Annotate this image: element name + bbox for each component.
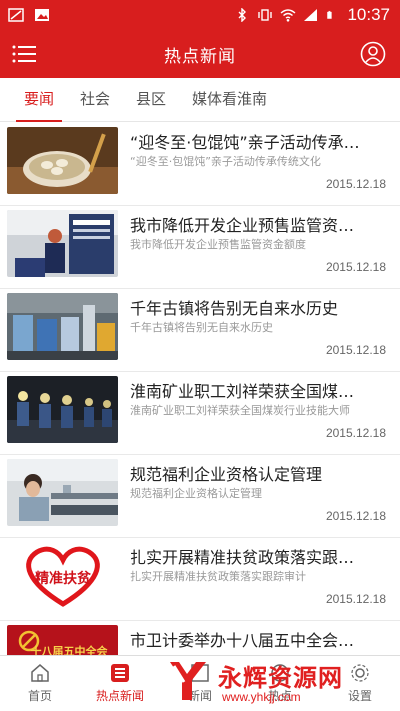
- news-title: “迎冬至·包馄饨”亲子活动传承…: [130, 133, 360, 152]
- news-thumbnail: [7, 376, 118, 443]
- news-list: “迎冬至·包馄饨”亲子活动传承… “迎冬至·包馄饨”亲子活动传承传统文化 201…: [0, 123, 400, 655]
- news-date: 2015.12.18: [325, 509, 386, 523]
- tab-meiti[interactable]: 媒体看淮南: [182, 88, 277, 121]
- nav-hot-news[interactable]: 热点新闻: [80, 656, 160, 711]
- bottom-nav: 首页 热点新闻 新闻 热点 设置: [0, 655, 400, 711]
- news-item[interactable]: 我市降低开发企业预售监管资… 我市降低开发企业预售监管资金额度 2015.12.…: [0, 206, 400, 289]
- nav-home[interactable]: 首页: [0, 656, 80, 711]
- news-date: 2015.12.18: [325, 260, 386, 274]
- nav-hot[interactable]: 热点: [240, 656, 320, 711]
- user-icon[interactable]: [360, 41, 386, 67]
- news-title: 市卫计委举办十八届五中全会…: [130, 631, 355, 650]
- menu-icon[interactable]: [12, 42, 36, 66]
- news-title: 千年古镇将告别无自来水历史: [130, 299, 339, 318]
- vibrate-icon: [258, 9, 273, 21]
- hot-news-icon: [111, 664, 129, 682]
- news-summary: 扎实开展精准扶贫政策落实跟踪审计: [130, 570, 306, 583]
- news-item[interactable]: 千年古镇将告别无自来水历史 千年古镇将告别无自来水历史 2015.12.18: [0, 289, 400, 372]
- news-item[interactable]: 淮南矿业职工刘祥荣获全国煤… 淮南矿业职工刘祥荣获全国煤炭行业技能大师 2015…: [0, 372, 400, 455]
- news-thumbnail: 精准扶贫: [7, 542, 118, 609]
- app-bar: 热点新闻: [0, 30, 400, 78]
- nav-label: 热点: [267, 689, 292, 703]
- category-tabs: 要闻 社会 县区 媒体看淮南: [0, 78, 400, 122]
- settings-icon: [351, 664, 369, 682]
- news-item[interactable]: 十八届五中全会 市卫计委举办十八届五中全会…: [0, 621, 400, 655]
- notification-icon: [8, 8, 24, 22]
- news-thumbnail: 十八届五中全会: [7, 625, 118, 655]
- party-banner-text: 十八届五中全会: [31, 644, 109, 655]
- nav-label: 热点新闻: [95, 689, 144, 703]
- news-summary: 淮南矿业职工刘祥荣获全国煤炭行业技能大师: [130, 404, 350, 417]
- news-icon: [191, 664, 209, 682]
- news-item[interactable]: “迎冬至·包馄饨”亲子活动传承… “迎冬至·包馄饨”亲子活动传承传统文化 201…: [0, 123, 400, 206]
- image-icon: [35, 9, 49, 21]
- news-item[interactable]: 规范福利企业资格认定管理 规范福利企业资格认定管理 2015.12.18: [0, 455, 400, 538]
- status-bar: 10:37: [0, 0, 400, 30]
- tab-yaowen[interactable]: 要闻: [14, 88, 64, 122]
- news-thumbnail: [7, 127, 118, 194]
- wifi-icon: [280, 9, 296, 22]
- poverty-logo-text: 精准扶贫: [35, 570, 92, 587]
- news-title: 淮南矿业职工刘祥荣获全国煤…: [130, 382, 355, 401]
- nav-label: 设置: [347, 689, 372, 703]
- nav-label: 首页: [27, 689, 52, 703]
- home-icon: [31, 664, 49, 682]
- news-summary: “迎冬至·包馄饨”亲子活动传承传统文化: [130, 155, 321, 168]
- news-date: 2015.12.18: [325, 592, 386, 606]
- news-date: 2015.12.18: [325, 426, 386, 440]
- status-time: 10:37: [347, 5, 390, 24]
- news-summary: 规范福利企业资格认定管理: [130, 487, 262, 500]
- signal-icon: [304, 9, 318, 21]
- news-title: 我市降低开发企业预售监管资…: [130, 216, 355, 235]
- news-title: 扎实开展精准扶贫政策落实跟…: [130, 548, 355, 567]
- news-date: 2015.12.18: [325, 343, 386, 357]
- page-title: 热点新闻: [164, 46, 236, 67]
- news-date: 2015.12.18: [325, 177, 386, 191]
- tab-shehui[interactable]: 社会: [70, 88, 120, 121]
- nav-settings[interactable]: 设置: [320, 656, 400, 711]
- news-summary: 千年古镇将告别无自来水历史: [130, 321, 273, 334]
- news-thumbnail: [7, 459, 118, 526]
- nav-label: 新闻: [187, 689, 212, 703]
- hot-icon: [271, 664, 289, 682]
- nav-news[interactable]: 新闻: [160, 656, 240, 711]
- news-thumbnail: [7, 293, 118, 360]
- bluetooth-icon: [238, 8, 247, 22]
- news-summary: 我市降低开发企业预售监管资金额度: [130, 238, 306, 251]
- tab-xianqu[interactable]: 县区: [126, 88, 176, 121]
- news-title: 规范福利企业资格认定管理: [130, 465, 323, 484]
- news-item[interactable]: 精准扶贫 扎实开展精准扶贫政策落实跟… 扎实开展精准扶贫政策落实跟踪审计 201…: [0, 538, 400, 621]
- news-thumbnail: [7, 210, 118, 277]
- battery-icon: [327, 10, 333, 19]
